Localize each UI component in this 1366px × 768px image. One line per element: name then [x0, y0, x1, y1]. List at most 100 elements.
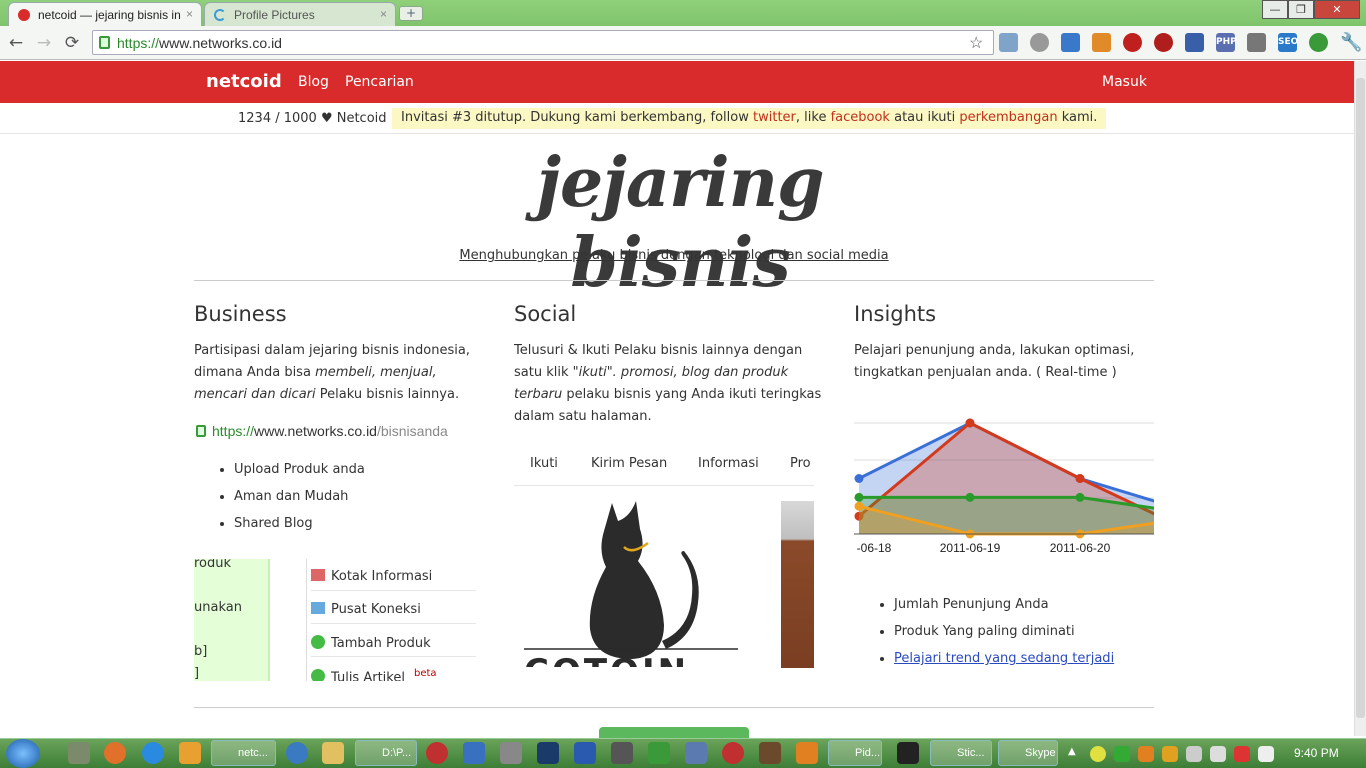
- preview-text: b]: [194, 644, 208, 659]
- desc-line: mencari dan dicari Pelaku bisnis lainnya…: [194, 387, 460, 402]
- system-clock[interactable]: 9:40 PM: [1294, 746, 1339, 760]
- new-tab-button[interactable]: +: [399, 6, 423, 21]
- menu-tambah-produk[interactable]: Tambah Produk: [311, 629, 476, 657]
- app-icon[interactable]: [685, 742, 707, 764]
- tab-kirim-pesan[interactable]: Kirim Pesan: [591, 456, 667, 471]
- menu-kotak-informasi[interactable]: Kotak Informasi: [311, 563, 476, 591]
- download-icon[interactable]: [1185, 33, 1204, 52]
- app-icon[interactable]: [426, 742, 448, 764]
- seo-extension-icon[interactable]: SEO: [1278, 33, 1298, 52]
- business-url: https://www.networks.co.id/bisnisanda: [196, 423, 448, 439]
- word-icon[interactable]: [574, 742, 596, 764]
- netcoid-favicon-icon: [18, 9, 30, 21]
- taskbar-skype[interactable]: Skype: [998, 740, 1058, 766]
- extension-globe-icon[interactable]: [1030, 33, 1049, 52]
- connection-icon: [311, 602, 325, 614]
- tray-icon[interactable]: [1258, 746, 1274, 762]
- trend-link[interactable]: Pelajari trend yang sedang terjadi: [894, 651, 1114, 666]
- tab-netcoid[interactable]: netcoid — jejaring bisnis in ×: [8, 2, 202, 26]
- divider: [194, 707, 1154, 708]
- twitter-link[interactable]: twitter: [753, 110, 796, 125]
- bookmark-star-icon[interactable]: ☆: [969, 33, 983, 53]
- taskbar-pidgin[interactable]: Pid...: [828, 740, 882, 766]
- back-icon[interactable]: ←: [6, 33, 26, 53]
- invite-text: atau ikuti: [889, 110, 960, 125]
- tab-profile-pictures[interactable]: Profile Pictures ×: [204, 2, 396, 26]
- nav-pencarian[interactable]: Pencarian: [345, 74, 414, 90]
- photoshop-icon[interactable]: [537, 742, 559, 764]
- volume-icon[interactable]: [1210, 746, 1226, 762]
- forward-icon[interactable]: →: [34, 33, 54, 53]
- tray-expand-icon[interactable]: ▲: [1068, 746, 1076, 757]
- terminal-icon[interactable]: [897, 742, 919, 764]
- preview-text: ]: [194, 666, 200, 681]
- menu-tulis-artikel[interactable]: Tulis Artikel beta: [311, 662, 476, 681]
- tab-close-icon[interactable]: ×: [186, 7, 193, 21]
- tray-icon[interactable]: [1234, 746, 1250, 762]
- close-window-button[interactable]: ✕: [1314, 0, 1360, 19]
- tray-icon[interactable]: [1114, 746, 1130, 762]
- url-host: www.networks.co.id: [159, 35, 282, 51]
- firefox-icon[interactable]: [104, 742, 126, 764]
- data-point: [965, 418, 975, 428]
- app-icon[interactable]: [648, 742, 670, 764]
- maximize-button[interactable]: ❐: [1288, 0, 1314, 19]
- social-heading: Social: [514, 302, 577, 326]
- nav-blog[interactable]: Blog: [298, 74, 329, 90]
- app-icon[interactable]: [286, 742, 308, 764]
- app-icon[interactable]: [611, 742, 633, 764]
- extension-alert-icon[interactable]: [1123, 33, 1142, 52]
- taskbar-cmd[interactable]: D:\P...: [355, 740, 417, 766]
- desc-line: satu klik "ikuti". promosi, blog dan pro…: [514, 365, 789, 380]
- x-tick-label: 2011-06-19: [940, 541, 1001, 555]
- data-point: [965, 492, 975, 502]
- desc-line: Partisipasi dalam jejaring bisnis indone…: [194, 343, 470, 358]
- ie-icon[interactable]: [142, 742, 164, 764]
- media-player-icon[interactable]: [179, 742, 201, 764]
- vlc-icon[interactable]: [796, 742, 818, 764]
- tab-informasi[interactable]: Informasi: [698, 456, 759, 471]
- menu-pusat-koneksi[interactable]: Pusat Koneksi: [311, 596, 476, 624]
- data-point: [854, 501, 864, 511]
- invite-notice: Invitasi #3 ditutup. Dukung kami berkemb…: [392, 108, 1107, 129]
- wrench-menu-icon[interactable]: 🔧: [1340, 32, 1362, 53]
- desc-line: tingkatkan penjualan anda. ( Real-time ): [854, 365, 1117, 380]
- site-brand[interactable]: netcoid: [206, 71, 282, 92]
- extension-green-icon[interactable]: [1309, 33, 1328, 52]
- app-icon[interactable]: [759, 742, 781, 764]
- tray-icon[interactable]: [1138, 746, 1154, 762]
- taskbar-sticky[interactable]: Stic...: [930, 740, 992, 766]
- tray-icon[interactable]: [1162, 746, 1178, 762]
- reload-icon[interactable]: ⟳: [62, 33, 82, 53]
- taskbar-chrome[interactable]: netc...: [211, 740, 276, 766]
- tab-close-icon[interactable]: ×: [380, 7, 387, 21]
- adblock-icon[interactable]: [1154, 33, 1173, 52]
- tab-ikuti[interactable]: Ikuti: [530, 456, 558, 471]
- rss-icon[interactable]: [1092, 33, 1111, 52]
- perkembangan-link[interactable]: perkembangan: [959, 110, 1057, 125]
- network-icon[interactable]: [1186, 746, 1202, 762]
- app-icon[interactable]: [500, 742, 522, 764]
- php-extension-icon[interactable]: PHP: [1216, 33, 1237, 52]
- start-button[interactable]: [6, 739, 40, 768]
- app-icon[interactable]: [463, 742, 485, 764]
- address-bar[interactable]: https://www.networks.co.id ☆: [92, 30, 994, 55]
- tray-icon[interactable]: [1090, 746, 1106, 762]
- anchor-app-icon[interactable]: [68, 742, 90, 764]
- x-tick-label: 2011-06-20: [1050, 541, 1111, 555]
- data-point: [854, 474, 864, 483]
- app-icon[interactable]: [722, 742, 744, 764]
- social-tabs: Ikuti Kirim Pesan Informasi Pro: [514, 446, 814, 486]
- tab-produk[interactable]: Pro: [790, 456, 811, 471]
- secure-lock-icon: [196, 425, 206, 437]
- login-link[interactable]: Masuk: [1102, 74, 1147, 90]
- extension-screen-icon[interactable]: [1061, 33, 1080, 52]
- explorer-icon[interactable]: [322, 742, 344, 764]
- add-icon: [311, 669, 325, 681]
- extension-screenshot-icon[interactable]: [1247, 33, 1266, 52]
- facebook-link[interactable]: facebook: [831, 110, 890, 125]
- extension-window-icon[interactable]: [999, 33, 1018, 52]
- minimize-button[interactable]: —: [1262, 0, 1288, 19]
- desc-line: Telusuri & Ikuti Pelaku bisnis lainnya d…: [514, 343, 803, 358]
- scrollbar-thumb[interactable]: [1356, 78, 1365, 718]
